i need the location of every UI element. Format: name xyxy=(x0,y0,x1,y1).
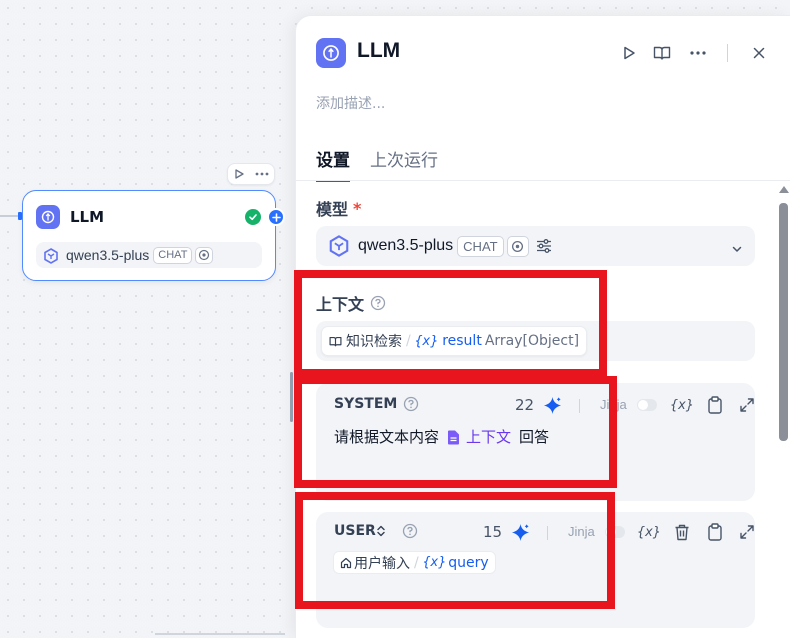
help-icon[interactable] xyxy=(403,396,419,412)
model-mode-tag: CHAT xyxy=(457,235,504,257)
expand-icon[interactable] xyxy=(737,395,757,415)
more-icon[interactable] xyxy=(255,172,269,176)
tab-last-run[interactable]: 上次运行 xyxy=(370,146,438,182)
node-model-tag: CHAT xyxy=(153,246,193,264)
jinja-toggle[interactable] xyxy=(605,526,625,538)
llm-node[interactable]: LLM qwen3.5-plus CHAT xyxy=(22,190,285,281)
close-icon[interactable] xyxy=(748,42,770,64)
jinja-label: Jinja xyxy=(600,397,627,412)
success-check-icon xyxy=(245,209,261,225)
node-settings-panel: LLM 添加描述... 设置 上次运行 模型 * qwen3.5-plus CH… xyxy=(295,15,790,638)
chip-variable-name: query xyxy=(448,554,489,571)
node-model-chip: qwen3.5-plus CHAT xyxy=(36,242,262,268)
help-doc-icon[interactable] xyxy=(651,42,673,64)
home-icon xyxy=(340,555,352,571)
context-reference-label: 上下文 xyxy=(466,428,512,446)
jinja-label: Jinja xyxy=(568,524,595,539)
panel-title[interactable]: LLM xyxy=(357,39,400,63)
delete-icon[interactable] xyxy=(672,522,692,542)
chip-separator: / xyxy=(414,554,419,571)
prompt-role: SYSTEM xyxy=(334,396,419,412)
knowledge-retrieval-icon xyxy=(329,333,342,349)
model-params-icon[interactable] xyxy=(535,238,553,254)
model-section-label: 模型 * xyxy=(316,196,361,220)
prompt-role[interactable]: USER xyxy=(334,523,418,539)
context-section-label: 上下文 xyxy=(316,291,386,315)
chip-variable-name: result xyxy=(442,333,482,349)
node-title: LLM xyxy=(70,208,105,226)
description-input[interactable]: 添加描述... xyxy=(316,93,385,113)
chip-separator: / xyxy=(406,333,411,349)
user-variable-chip[interactable]: 用户输入 / {x} query xyxy=(333,551,496,574)
variable-icon: {x} xyxy=(422,555,447,570)
system-prompt-editor[interactable]: SYSTEM 22 Jinja {x} 请根据文本内容 上下文 回答 xyxy=(316,383,755,501)
jinja-toggle[interactable] xyxy=(637,399,657,411)
add-next-node-icon[interactable] xyxy=(267,208,285,226)
ai-generate-icon[interactable] xyxy=(543,395,562,415)
header-divider xyxy=(727,44,728,62)
vision-icon xyxy=(195,246,214,264)
chevron-down-icon xyxy=(731,238,743,257)
help-icon[interactable] xyxy=(402,523,418,539)
expand-icon[interactable] xyxy=(737,522,757,542)
chip-variable-type: Array[Object] xyxy=(484,333,580,349)
variable-icon: {x} xyxy=(414,333,439,349)
node-toolbar xyxy=(227,163,275,185)
model-label: 模型 xyxy=(316,200,349,219)
qwen-logo-icon xyxy=(43,246,59,265)
user-role-label: USER xyxy=(334,523,376,539)
tabs-divider xyxy=(296,180,790,181)
user-prompt-editor[interactable]: USER 15 Jinja {x} 用户输入 / {x} query xyxy=(316,512,755,628)
chip-node-name: 知识检索 xyxy=(346,334,402,350)
chevron-up-down-icon[interactable] xyxy=(376,523,386,539)
panel-tabs: 设置 上次运行 xyxy=(316,146,458,182)
token-count: 22 xyxy=(515,396,535,414)
system-prompt-text[interactable]: 请根据文本内容 上下文 回答 xyxy=(334,426,549,447)
system-role-label: SYSTEM xyxy=(334,396,398,412)
qwen-logo-icon xyxy=(328,235,350,257)
context-reference: 上下文 xyxy=(447,426,511,447)
insert-variable-icon[interactable]: {x} xyxy=(670,395,693,415)
node-model-name: qwen3.5-plus xyxy=(66,247,150,263)
prompt-text-after: 回答 xyxy=(519,428,550,446)
context-variable-field[interactable]: 知识检索 / {x} result Array[Object] xyxy=(316,321,755,361)
chip-node-name: 用户输入 xyxy=(354,555,410,572)
model-name: qwen3.5-plus xyxy=(358,237,454,254)
token-count: 15 xyxy=(483,523,503,541)
required-mark: * xyxy=(353,198,362,218)
toolbar-divider xyxy=(579,399,580,413)
help-icon[interactable] xyxy=(370,295,386,311)
insert-variable-icon[interactable]: {x} xyxy=(637,522,660,542)
more-options-icon[interactable] xyxy=(687,42,709,64)
copy-icon[interactable] xyxy=(705,522,725,542)
ai-generate-icon[interactable] xyxy=(511,522,530,542)
llm-node-icon xyxy=(36,205,60,229)
toolbar-divider xyxy=(547,526,548,540)
llm-icon xyxy=(316,38,346,68)
tab-settings[interactable]: 设置 xyxy=(316,146,350,182)
scrollbar-thumb[interactable] xyxy=(779,203,788,441)
vision-icon xyxy=(506,235,529,257)
run-node-icon[interactable] xyxy=(233,168,245,180)
scroll-up-arrow-icon[interactable] xyxy=(779,186,789,193)
context-variable-chip[interactable]: 知识检索 / {x} result Array[Object] xyxy=(321,326,588,356)
context-file-icon xyxy=(447,428,460,446)
panel-resize-handle[interactable] xyxy=(290,372,293,422)
copy-icon[interactable] xyxy=(705,395,725,415)
context-label: 上下文 xyxy=(316,295,365,314)
run-step-button[interactable] xyxy=(618,42,640,64)
prompt-text-before: 请根据文本内容 xyxy=(334,428,440,446)
canvas-edge xyxy=(155,633,285,635)
model-selector[interactable]: qwen3.5-plus CHAT xyxy=(316,226,755,266)
